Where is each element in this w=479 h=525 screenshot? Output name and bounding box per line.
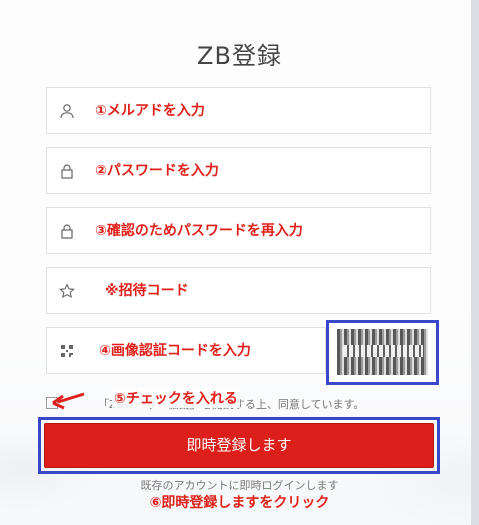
agreement-annotation: ⑤チェックを入れる	[112, 388, 240, 408]
invite-code-placeholder: ※招待コード	[105, 283, 189, 299]
captcha-icon	[61, 345, 73, 357]
password-field[interactable]: ②パスワードを入力	[46, 147, 431, 194]
invite-code-field[interactable]: ※招待コード	[46, 267, 431, 314]
password-confirm-field[interactable]: ③確認のためパスワードを再入力	[46, 207, 431, 254]
captcha-image[interactable]	[337, 329, 428, 375]
email-placeholder: ①メルアドを入力	[95, 103, 205, 119]
lock-icon	[61, 224, 73, 239]
email-field[interactable]: ①メルアドを入力	[46, 87, 431, 134]
captcha-image-highlight	[326, 320, 439, 385]
password-placeholder: ②パスワードを入力	[95, 163, 219, 179]
scrollbar[interactable]	[471, 0, 479, 525]
login-link[interactable]: 既存のアカウントに即時ログインします	[0, 477, 479, 493]
page-title: ZB登録	[197, 42, 282, 70]
lock-icon	[61, 164, 73, 179]
register-button[interactable]: 即時登録します	[44, 423, 434, 468]
captcha-placeholder: ④画像認証コードを入力	[99, 343, 251, 359]
password-confirm-placeholder: ③確認のためパスワードを再入力	[95, 223, 303, 239]
user-icon	[60, 104, 74, 119]
star-icon	[59, 283, 75, 299]
agreement-row: 「ZBユーザー協議」を閲読する上、同意しています。 ⑤チェックを入れる	[46, 388, 446, 414]
step6-annotation: ⑥即時登録しますをクリック	[149, 495, 330, 511]
arrow-left-icon	[52, 392, 85, 410]
captcha-field[interactable]: ④画像認証コードを入力	[46, 327, 326, 374]
